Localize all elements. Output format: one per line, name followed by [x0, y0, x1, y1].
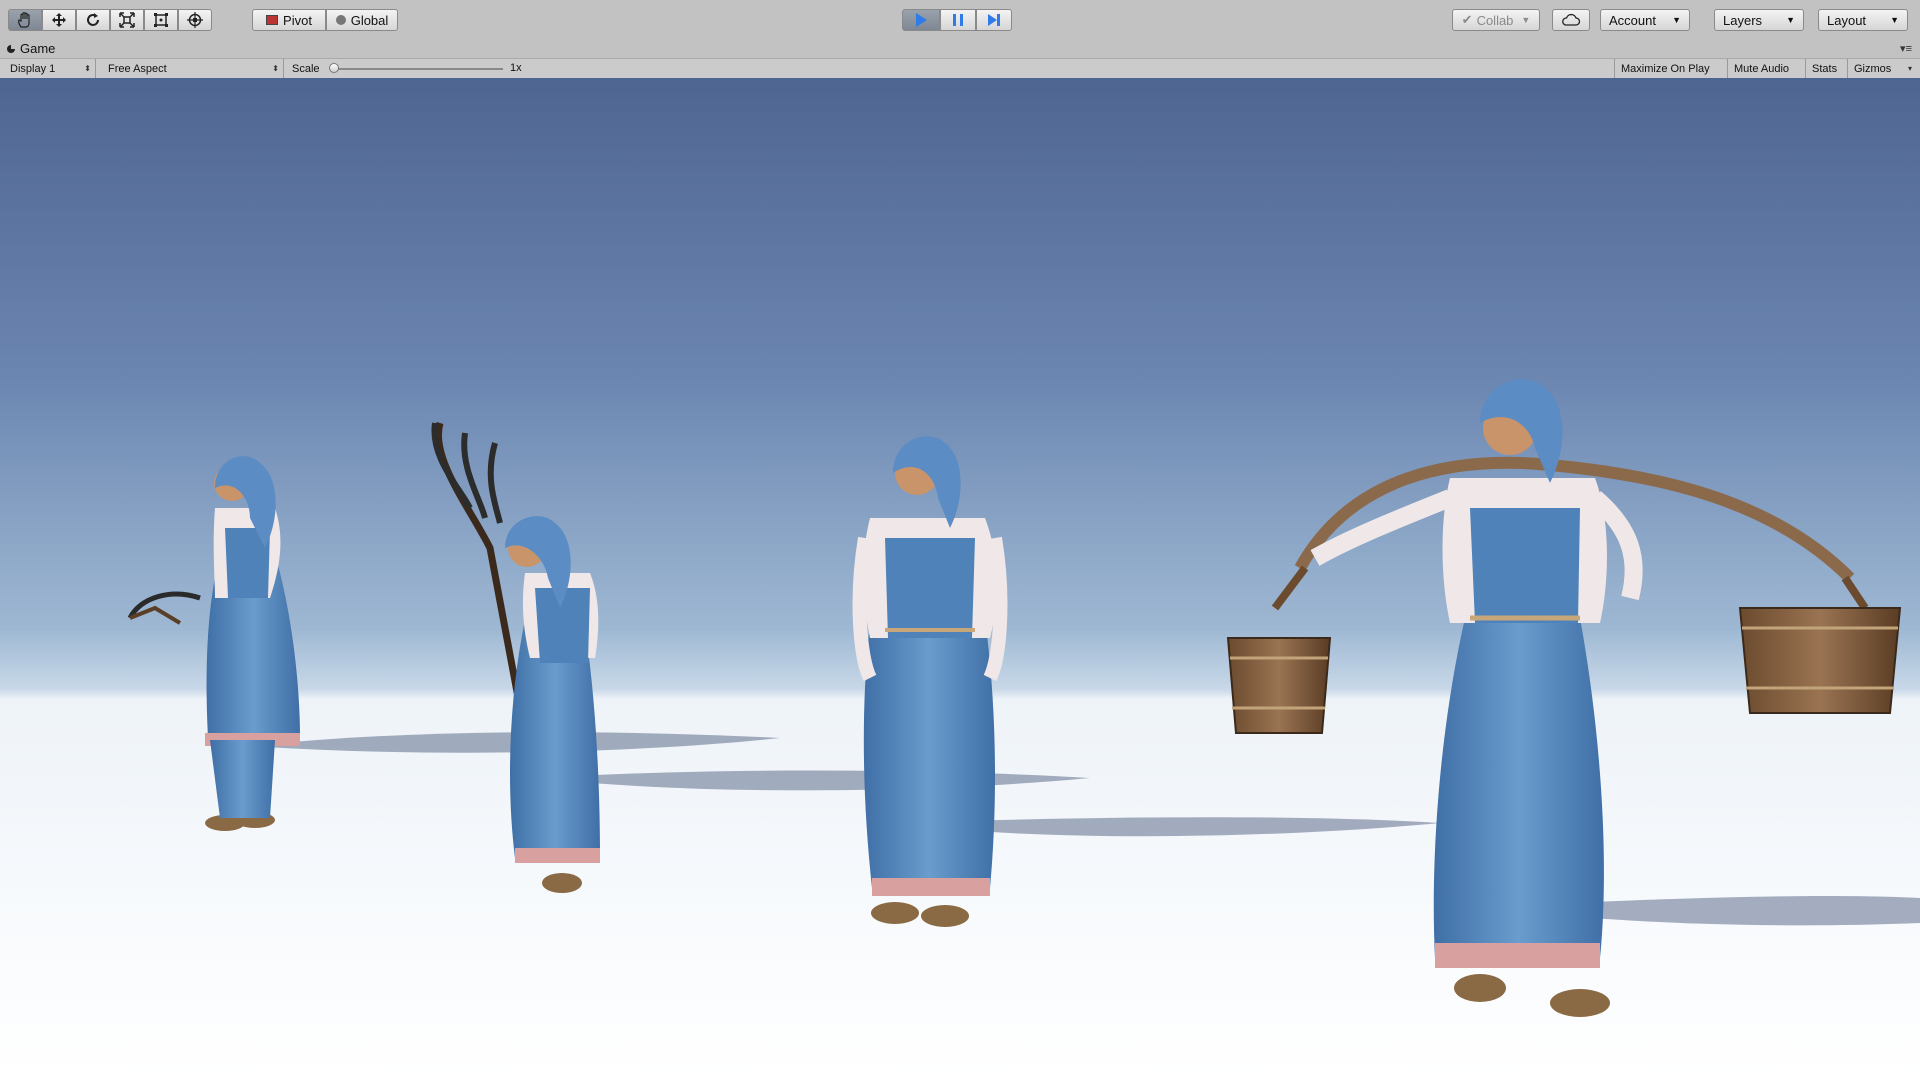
woman-standing [852, 436, 1008, 927]
chevron-down-icon: ▼ [1672, 15, 1681, 25]
globe-icon [335, 15, 346, 25]
game-tab-icon [7, 44, 15, 53]
layers-label: Layers [1723, 12, 1763, 28]
game-tab-bar: Game ▾≡ [0, 40, 1920, 58]
main-toolbar: Pivot Global ✔ Collab ▼ Account ▼ Layers… [0, 0, 1920, 41]
mute-audio-toggle[interactable]: Mute Audio [1728, 59, 1806, 78]
global-toggle-button[interactable]: Global [326, 9, 398, 31]
chevron-down-icon: ▼ [1521, 15, 1531, 25]
woman-with-sickle [127, 456, 300, 831]
game-viewport[interactable] [0, 78, 1920, 1080]
transform-gizmo-icon [187, 12, 203, 28]
pivot-toggle-button[interactable]: Pivot [252, 9, 326, 31]
layout-dropdown[interactable]: Layout ▼ [1818, 9, 1908, 31]
move-arrows-icon [52, 13, 66, 27]
checkmark-icon: ✔ [1461, 12, 1473, 27]
step-button[interactable] [976, 9, 1012, 31]
transform-tool-button[interactable] [178, 9, 212, 31]
chevron-down-icon: ▼ [1786, 15, 1795, 25]
account-dropdown[interactable]: Account ▼ [1600, 9, 1690, 31]
layers-dropdown[interactable]: Layers ▼ [1714, 9, 1804, 31]
layout-label: Layout [1827, 12, 1867, 28]
rect-transform-icon [154, 13, 168, 27]
rotate-icon [87, 13, 99, 26]
scale-label: Scale [292, 62, 320, 75]
scale-icon [119, 12, 135, 28]
cloud-services-button[interactable] [1552, 9, 1590, 31]
stats-label: Stats [1812, 62, 1838, 75]
game-view-toolbar: Display 1 ⬍ Free Aspect ⬍ Scale 1x Maxim… [0, 58, 1920, 79]
chevron-down-icon: ▼ [1890, 15, 1899, 25]
display-dropdown[interactable]: Display 1 ⬍ [4, 59, 96, 78]
tab-game[interactable]: Game [6, 41, 55, 56]
collab-dropdown[interactable]: ✔ Collab ▼ [1452, 9, 1540, 31]
stats-toggle[interactable]: Stats [1806, 59, 1848, 78]
display-label: Display 1 [10, 62, 56, 75]
scale-tool-button[interactable] [110, 9, 144, 31]
gizmos-dropdown[interactable]: Gizmos ▾ [1848, 59, 1916, 78]
play-button[interactable] [902, 9, 940, 31]
collab-label: Collab [1476, 12, 1514, 28]
move-tool-button[interactable] [42, 9, 76, 31]
pivot-icon [266, 15, 279, 25]
aspect-label: Free Aspect [108, 62, 167, 75]
tab-menu-icon[interactable]: ▾≡ [1900, 42, 1912, 55]
scale-slider-track[interactable] [335, 68, 503, 70]
chevron-down-icon: ▾ [1907, 64, 1912, 73]
rect-tool-button[interactable] [144, 9, 178, 31]
maximize-on-play-toggle[interactable]: Maximize On Play [1614, 59, 1728, 78]
account-label: Account [1609, 12, 1656, 28]
tab-game-label: Game [20, 41, 56, 56]
mute-audio-label: Mute Audio [1734, 62, 1790, 75]
play-icon [916, 13, 927, 27]
rotate-tool-button[interactable] [76, 9, 110, 31]
game-scene [127, 379, 1920, 1017]
up-down-arrows-icon: ⬍ [272, 64, 279, 73]
up-down-arrows-icon: ⬍ [84, 64, 91, 73]
character-shadows [250, 732, 1920, 926]
global-label: Global [350, 12, 389, 28]
pause-button[interactable] [940, 9, 976, 31]
aspect-dropdown[interactable]: Free Aspect ⬍ [102, 59, 284, 78]
step-icon [988, 14, 1000, 26]
woman-with-pitchfork [431, 422, 600, 893]
hand-icon [18, 12, 30, 28]
pause-icon [953, 14, 963, 26]
maximize-on-play-label: Maximize On Play [1621, 62, 1710, 75]
scale-slider-handle[interactable] [329, 63, 339, 73]
pivot-label: Pivot [283, 12, 312, 28]
cloud-icon [1562, 13, 1581, 26]
hand-tool-button[interactable] [8, 9, 42, 31]
scale-value: 1x [510, 62, 522, 74]
gizmos-label: Gizmos [1854, 62, 1892, 75]
